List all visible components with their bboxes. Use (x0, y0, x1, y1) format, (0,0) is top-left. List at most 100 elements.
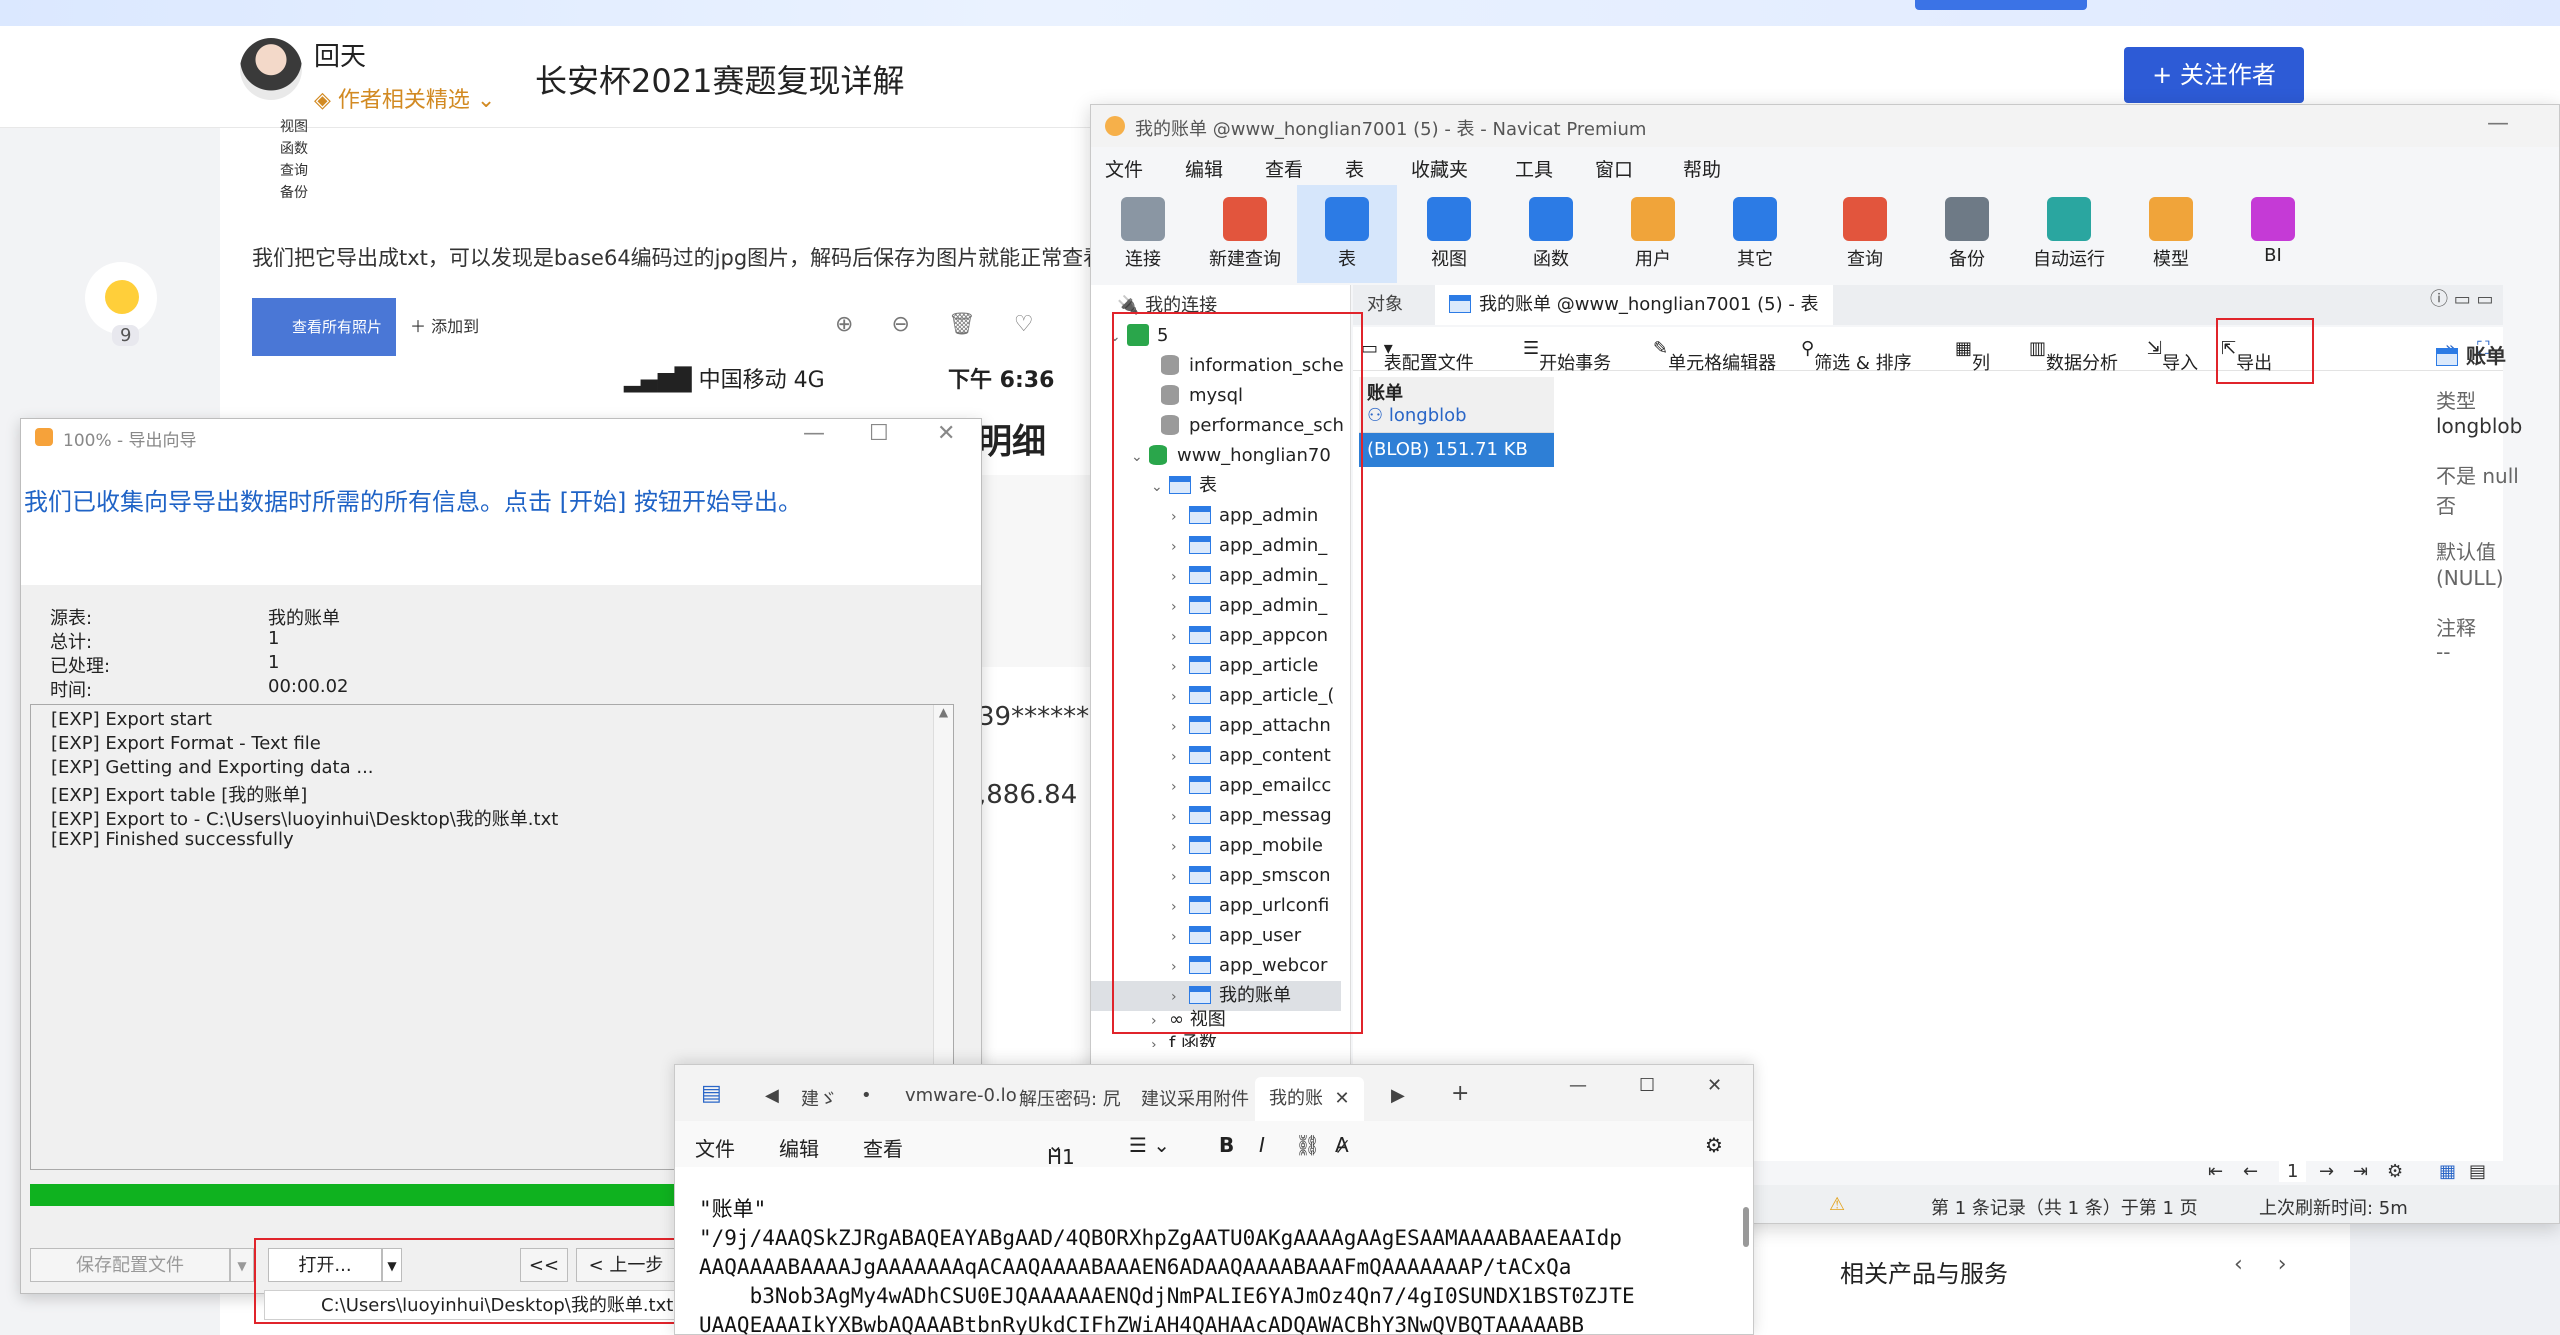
cell-editor-button[interactable]: ✎ 单元格编辑器 (1653, 338, 1776, 374)
author-name[interactable]: 回天 (314, 36, 366, 73)
clear-format-icon[interactable]: A̷ (1335, 1133, 1349, 1157)
save-profile-button[interactable]: 保存配置文件 (30, 1248, 230, 1282)
other-icon (1733, 197, 1777, 241)
zoom-out-icon[interactable]: ⊖ (891, 312, 947, 337)
toolbar-table[interactable]: 表 (1297, 185, 1397, 283)
toolbar-automation[interactable]: 自动运行 (2019, 185, 2119, 283)
toolbar-connect[interactable]: 连接 (1093, 185, 1193, 283)
table-icon (2436, 348, 2458, 366)
menu-window[interactable]: 窗口 (1595, 155, 1633, 182)
toolbar-label: 备份 (1949, 249, 1985, 270)
delete-icon[interactable]: 🗑 (948, 312, 1014, 337)
minimize-icon[interactable]: — (2487, 111, 2509, 136)
next-page-icon[interactable]: → (2319, 1161, 2334, 1182)
bold-icon[interactable]: B (1219, 1133, 1234, 1157)
menu-tools[interactable]: 工具 (1515, 155, 1553, 182)
toolbar-view[interactable]: 视图 (1399, 185, 1499, 283)
toolbar-function[interactable]: 函数 (1501, 185, 1601, 283)
like-button[interactable] (85, 262, 157, 334)
italic-icon[interactable]: I (1259, 1133, 1265, 1157)
menu-favorites[interactable]: 收藏夹 (1411, 155, 1468, 182)
warning-icon[interactable]: ⚠ (1829, 1194, 1845, 1215)
toolbar-new-query[interactable]: 新建查询 (1195, 185, 1295, 283)
page-number[interactable]: 1 (2279, 1161, 2307, 1182)
model-icon (2149, 197, 2193, 241)
notepad-tab[interactable]: 建ゞ (801, 1085, 837, 1111)
minimize-icon[interactable]: — (1569, 1075, 1587, 1096)
minimize-icon[interactable]: — (803, 421, 825, 446)
backup-icon (1945, 197, 1989, 241)
settings-icon[interactable]: ⚙ (2387, 1161, 2403, 1182)
menu-edit[interactable]: 编辑 (1185, 155, 1223, 182)
banner-button[interactable] (1915, 0, 2087, 10)
favorite-icon[interactable]: ♡ (1014, 312, 1072, 337)
filter-sort-button[interactable]: ⚲ 筛选 & 排序 (1801, 338, 1912, 374)
close-icon[interactable]: ✕ (937, 421, 955, 446)
text-line: b3Nob3AgMy4wADhCSU0EJQAAAAAAENQdjNmPALIE… (699, 1284, 1635, 1308)
phone-time: 下午 6:36 (948, 368, 1055, 393)
grid-view-icon[interactable]: ▦ (2439, 1161, 2456, 1182)
table-profile-button[interactable]: ▭ 表配置文件 ▾ (1361, 338, 1474, 374)
settings-icon[interactable]: ⚙ (1705, 1133, 1723, 1157)
follow-author-button[interactable]: + 关注作者 (2124, 47, 2304, 103)
link-icon[interactable]: ⛓ (1295, 1133, 1320, 1157)
toolbar-backup[interactable]: 备份 (1917, 185, 2017, 283)
toolbar-user[interactable]: 用户 (1603, 185, 1703, 283)
text-line: "/9j/4AAQSkZJRgABAQEAYABgAAD/4QBORXhpZgA… (699, 1226, 1622, 1250)
close-tab-icon[interactable]: ✕ (1334, 1088, 1349, 1109)
menu-file[interactable]: 文件 (695, 1133, 735, 1162)
menu-help[interactable]: 帮助 (1683, 155, 1721, 182)
notepad-tab[interactable]: 建议采用附件 (1141, 1085, 1249, 1111)
author-badge[interactable]: ◈ 作者相关精选 ⌄ (314, 82, 495, 114)
notepad-content[interactable]: "账单" "/9j/4AAQSkZJRgABAQEAYABgAAD/4QBORXh… (699, 1195, 1729, 1335)
notepad-tab[interactable]: vmware-0.lo (905, 1085, 1017, 1106)
info-icons[interactable]: ⓘ ▭ ▭ (2430, 285, 2493, 311)
toolbar-query[interactable]: 查询 (1815, 185, 1915, 283)
last-page-icon[interactable]: ⇥ (2353, 1161, 2368, 1182)
first-page-icon[interactable]: ⇤ (2208, 1161, 2223, 1182)
toolbar-bi[interactable]: BI (2223, 185, 2323, 283)
mini-tree-item: 视图 (280, 119, 308, 135)
view-all-photos-button[interactable]: 查看所有照片 (252, 298, 396, 356)
begin-transaction-button[interactable]: ☰ 开始事务 (1523, 338, 1611, 374)
menu-file[interactable]: 文件 (1105, 155, 1143, 182)
close-icon[interactable]: ✕ (1707, 1075, 1722, 1096)
add-to-button[interactable]: ＋ 添加到 (410, 313, 479, 337)
tab-table-data[interactable]: 我的账单 @www_honglian7001 (5) - 表 (1435, 285, 1833, 325)
notepad-scrollbar[interactable] (1743, 1207, 1749, 1247)
toolbar-other[interactable]: 其它 (1705, 185, 1805, 283)
form-view-icon[interactable]: ▤ (2469, 1161, 2486, 1182)
data-analysis-button[interactable]: ▥ 数据分析 (2029, 338, 2118, 374)
bill-card-bg (978, 475, 1090, 667)
column-header[interactable]: 账单 ⚇ longblob (1359, 377, 1554, 433)
tab-scroll-right-icon[interactable]: ▶ (1391, 1085, 1405, 1106)
menu-view[interactable]: 查看 (1265, 155, 1303, 182)
heading-select[interactable]: H1 ⌄ (1047, 1133, 1075, 1169)
maximize-icon[interactable]: ☐ (1639, 1075, 1655, 1096)
carousel-arrows[interactable]: ‹ › (2234, 1252, 2301, 1277)
author-avatar[interactable] (240, 38, 302, 100)
maximize-icon[interactable]: ☐ (869, 421, 889, 446)
notepad-tab[interactable]: 解压密码: 凥 (1019, 1085, 1121, 1111)
field-default-label: 默认值 (2436, 540, 2496, 564)
prev-page-icon[interactable]: ← (2243, 1161, 2258, 1182)
highlight-box-export (2216, 318, 2314, 384)
scroll-up-icon[interactable]: ▲ (934, 705, 953, 719)
import-button[interactable]: ⇲ 导入 (2147, 338, 2198, 374)
menu-table[interactable]: 表 (1345, 155, 1364, 182)
log-line: [EXP] Export start (51, 709, 212, 730)
new-tab-icon[interactable]: + (1451, 1081, 1469, 1106)
list-icon[interactable]: ☰ ⌄ (1129, 1133, 1170, 1157)
menu-edit[interactable]: 编辑 (779, 1133, 819, 1162)
gallery-tools[interactable]: ⊕⊖🗑♡ (835, 312, 1072, 337)
columns-button[interactable]: ▦ 列 (1955, 338, 1990, 374)
navicat-menubar: 文件 编辑 查看 表 收藏夹 工具 窗口 帮助 (1091, 147, 2559, 185)
toolbar-label: 模型 (2153, 249, 2189, 270)
save-profile-dropdown-icon[interactable]: ▼ (230, 1248, 254, 1282)
menu-view[interactable]: 查看 (863, 1133, 903, 1162)
toolbar-model[interactable]: 模型 (2121, 185, 2221, 283)
zoom-in-icon[interactable]: ⊕ (835, 312, 891, 337)
notepad-tab-active[interactable]: 我的账 ✕ (1255, 1077, 1364, 1121)
tab-scroll-left-icon[interactable]: ◀ (765, 1085, 779, 1106)
blob-cell[interactable]: (BLOB) 151.71 KB (1359, 433, 1554, 467)
